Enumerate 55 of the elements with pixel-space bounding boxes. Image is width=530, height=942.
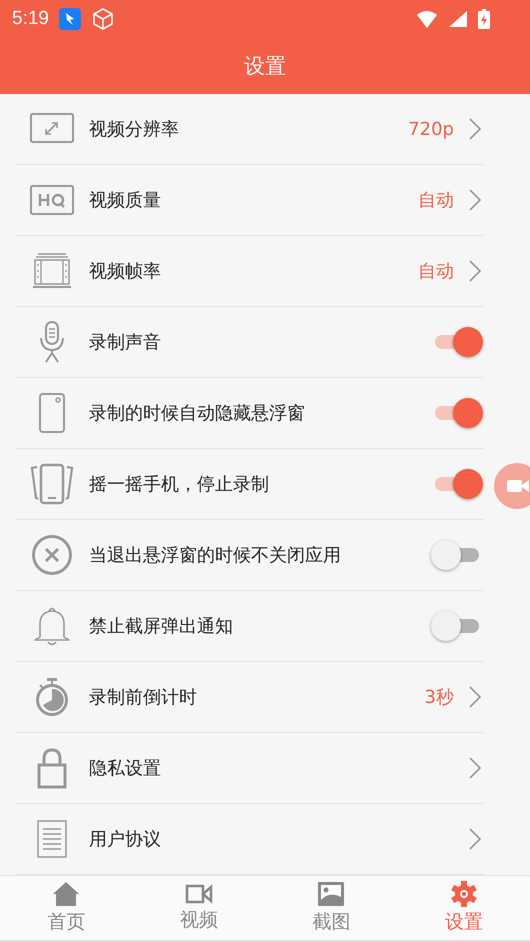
- document-icon: [36, 819, 68, 859]
- home-icon: [52, 881, 80, 907]
- chevron-right-icon: [468, 188, 482, 212]
- settings-row[interactable]: 隐私设置: [15, 733, 484, 804]
- stopwatch-icon: [34, 677, 70, 717]
- setting-value: 3秒: [424, 686, 454, 709]
- wifi-icon: [416, 10, 438, 28]
- video-camera-icon: [184, 883, 213, 905]
- status-time: 5:19: [12, 8, 49, 30]
- setting-label: 视频帧率: [89, 260, 162, 283]
- setting-value: 自动: [418, 189, 454, 212]
- setting-label: 视频质量: [89, 189, 162, 212]
- signal-icon: [448, 10, 468, 28]
- app-notification-icon: [58, 8, 81, 30]
- expand-icon: [30, 113, 74, 145]
- setting-label: 摇一摇手机，停止录制: [89, 473, 270, 496]
- gear-icon: [450, 881, 478, 907]
- bell-icon: [32, 605, 72, 647]
- settings-row[interactable]: 摇一摇手机，停止录制: [15, 449, 484, 520]
- settings-row[interactable]: 录制声音: [15, 307, 484, 378]
- settings-row[interactable]: 禁止截屏弹出通知: [15, 591, 484, 662]
- setting-label: 用户协议: [89, 828, 162, 851]
- lock-icon: [36, 747, 68, 789]
- settings-row[interactable]: 录制前倒计时 3秒: [15, 662, 484, 733]
- close-circle-icon: [31, 534, 73, 576]
- video-camera-icon: [506, 478, 530, 494]
- settings-row[interactable]: 视频质量 自动: [15, 165, 484, 236]
- chevron-right-icon: [468, 756, 482, 780]
- hq-icon: [30, 184, 74, 216]
- chevron-right-icon: [468, 685, 482, 709]
- microphone-icon: [38, 320, 66, 364]
- settings-row[interactable]: 当退出悬浮窗的时候不关闭应用: [15, 520, 484, 591]
- setting-label: 隐私设置: [89, 757, 162, 780]
- chevron-right-icon: [468, 117, 482, 141]
- setting-label: 录制前倒计时: [89, 686, 198, 709]
- setting-label: 录制的时候自动隐藏悬浮窗: [89, 402, 306, 425]
- chevron-right-icon: [468, 827, 482, 851]
- page-title: 设置: [244, 52, 286, 80]
- settings-row[interactable]: 录制的时候自动隐藏悬浮窗: [15, 378, 484, 449]
- film-frame-icon: [32, 252, 72, 290]
- shaking-phone-icon: [30, 462, 74, 506]
- image-icon: [317, 881, 346, 907]
- battery-charging-icon: [478, 8, 490, 28]
- cube-icon: [90, 6, 115, 30]
- setting-label: 当退出悬浮窗的时候不关闭应用: [89, 544, 342, 567]
- setting-value: 自动: [418, 260, 454, 283]
- settings-row[interactable]: 视频帧率 自动: [15, 236, 484, 307]
- chevron-right-icon: [468, 259, 482, 283]
- phone-icon: [38, 392, 66, 434]
- setting-label: 视频分辨率: [89, 118, 180, 141]
- settings-row[interactable]: 视频分辨率 720p: [15, 94, 484, 165]
- setting-value: 720p: [408, 118, 454, 140]
- floating-record-button[interactable]: [494, 463, 530, 509]
- setting-label: 禁止截屏弹出通知: [89, 615, 234, 638]
- setting-label: 录制声音: [89, 331, 162, 354]
